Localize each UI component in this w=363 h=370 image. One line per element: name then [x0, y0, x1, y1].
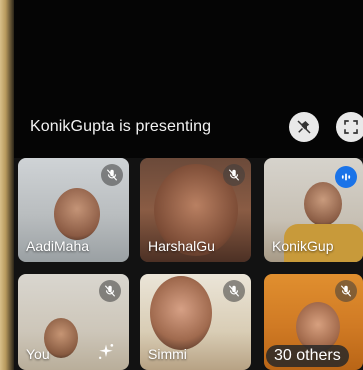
fullscreen-button[interactable] — [336, 112, 363, 142]
participant-video — [304, 182, 342, 226]
participant-name: HarshalGu — [148, 238, 215, 254]
unpin-button[interactable] — [289, 112, 319, 142]
visual-effects-icon[interactable] — [96, 342, 116, 362]
participant-tile[interactable]: KonikGup — [264, 158, 363, 262]
mic-off-icon — [228, 169, 240, 181]
participant-name: You — [26, 346, 50, 362]
mic-off-icon — [228, 285, 240, 297]
participant-video — [150, 276, 212, 350]
unpin-icon — [297, 120, 311, 134]
fullscreen-icon — [344, 120, 358, 134]
mic-off-indicator — [99, 280, 121, 302]
participant-name: KonikGup — [272, 238, 334, 254]
participant-tile[interactable]: AadiMaha — [18, 158, 129, 262]
audio-level-icon — [341, 173, 351, 181]
speaking-indicator — [335, 166, 357, 188]
mic-off-indicator — [223, 280, 245, 302]
participant-tile[interactable]: Simmi — [140, 274, 251, 370]
mic-off-indicator — [101, 164, 123, 186]
mic-off-icon — [104, 285, 116, 297]
participant-name: AadiMaha — [26, 238, 90, 254]
others-count-button[interactable]: 30 others — [266, 345, 349, 367]
window-edge — [0, 0, 14, 370]
mic-off-indicator — [335, 280, 357, 302]
presenting-label: KonikGupta is presenting — [30, 118, 212, 135]
participant-tile[interactable]: HarshalGu — [140, 158, 251, 262]
participant-video — [54, 188, 100, 240]
mic-off-icon — [106, 169, 118, 181]
participant-name: Simmi — [148, 346, 187, 362]
mic-off-indicator — [223, 164, 245, 186]
mic-off-icon — [340, 285, 352, 297]
participant-tile[interactable]: You — [18, 274, 129, 370]
